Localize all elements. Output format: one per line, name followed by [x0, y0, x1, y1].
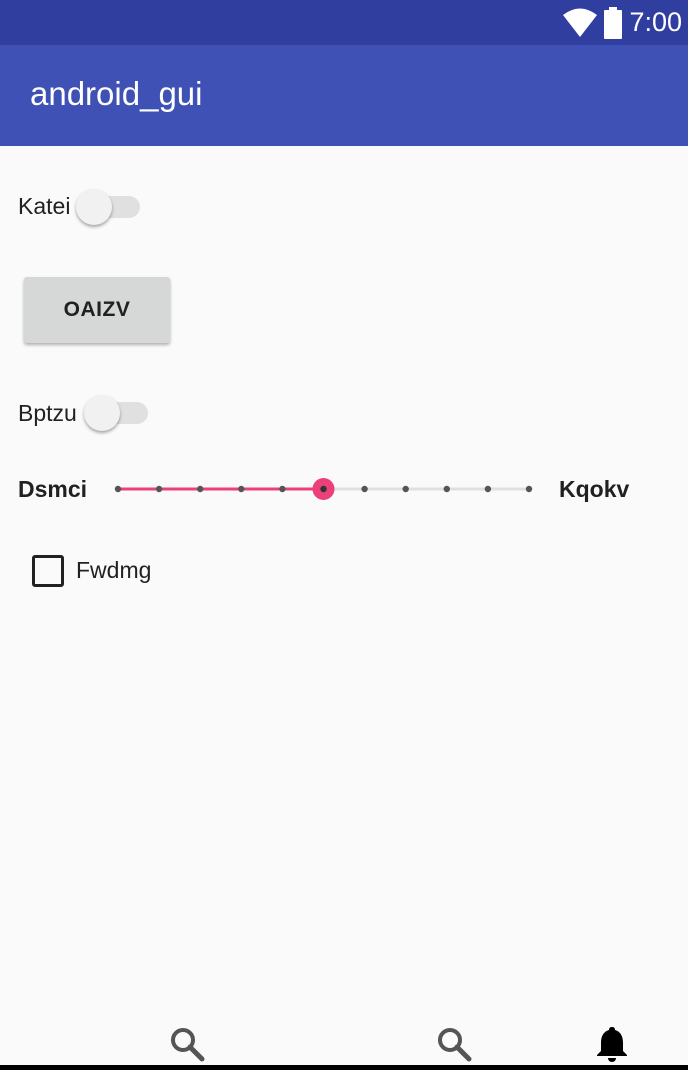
- app-bar: android_gui: [0, 45, 688, 146]
- bottom-nav: [0, 1015, 688, 1070]
- oaizv-button[interactable]: OAIZV: [24, 277, 170, 343]
- checkbox-label: Fwdmg: [76, 557, 152, 583]
- slider-max-label: Kqokv: [559, 476, 630, 502]
- seekbar-tick: [155, 485, 163, 493]
- battery-icon: [604, 6, 623, 39]
- switch-katei-label: Katei: [18, 193, 71, 219]
- seekbar-tick: [361, 485, 368, 493]
- seekbar-tick: [443, 485, 450, 493]
- switch-bptzu-label: Bptzu: [18, 400, 77, 426]
- seekbar-tick: [402, 485, 409, 493]
- wifi-icon: [563, 8, 598, 37]
- bell-icon[interactable]: [594, 1025, 630, 1063]
- seekbar-tick: [320, 485, 327, 493]
- seekbar-tick: [279, 485, 286, 493]
- status-bar: 7:00: [0, 0, 688, 45]
- nav-bar-edge: [0, 1065, 688, 1070]
- seekbar-tick: [525, 485, 533, 493]
- fwdmg-checkbox[interactable]: [32, 555, 64, 587]
- app-title: android_gui: [30, 75, 203, 112]
- switch-bptzu[interactable]: [84, 391, 148, 435]
- switch-thumb: [84, 395, 120, 431]
- seekbar[interactable]: [110, 470, 540, 510]
- seekbar-tick: [197, 485, 204, 493]
- switch-katei[interactable]: [76, 185, 140, 229]
- slider-min-label: Dsmci: [18, 476, 88, 502]
- status-icons: 7:00: [563, 0, 682, 45]
- seekbar-tick: [114, 485, 122, 493]
- seekbar-tick: [484, 485, 492, 493]
- search-icon[interactable]: [168, 1025, 206, 1063]
- status-time: 7:00: [629, 7, 682, 37]
- switch-thumb: [76, 189, 112, 225]
- seekbar-tick: [238, 485, 245, 493]
- search-icon[interactable]: [435, 1025, 473, 1063]
